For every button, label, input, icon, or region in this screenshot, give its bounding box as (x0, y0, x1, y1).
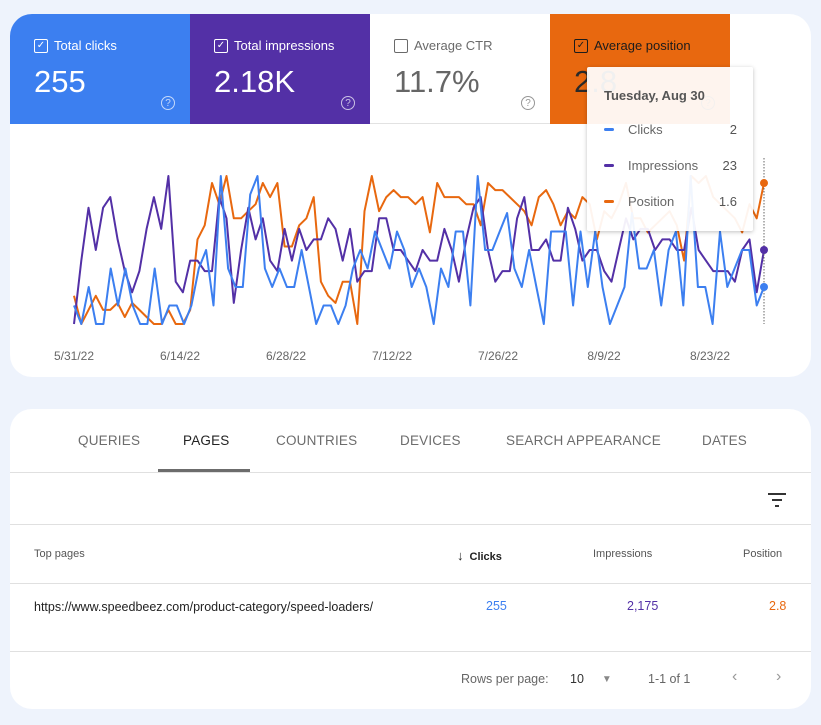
next-page-button[interactable]: › (776, 668, 781, 686)
tooltip-date: Tuesday, Aug 30 (604, 88, 705, 103)
x-tick-label: 5/31/22 (54, 349, 94, 363)
table-card: QUERIES PAGES COUNTRIES DEVICES SEARCH A… (10, 409, 811, 709)
filter-row (10, 473, 811, 525)
tooltip-row-clicks: Clicks 2 (604, 122, 737, 137)
tab-dates[interactable]: DATES (702, 433, 747, 448)
dimension-tabs: QUERIES PAGES COUNTRIES DEVICES SEARCH A… (10, 409, 811, 473)
metric-average-ctr[interactable]: Average CTR 11.7% ? (370, 14, 550, 124)
help-icon[interactable]: ? (521, 96, 535, 110)
page-url-cell[interactable]: https://www.speedbeez.com/product-catego… (34, 597, 394, 618)
tab-search-appearance[interactable]: SEARCH APPEARANCE (506, 433, 661, 448)
rows-per-page-label: Rows per page: (461, 672, 549, 686)
hover-dot-clicks (760, 283, 768, 291)
chart-tooltip: Tuesday, Aug 30 Clicks 2 Impressions 23 … (587, 67, 753, 231)
pagination-range: 1-1 of 1 (648, 672, 691, 686)
column-header-clicks[interactable]: ↓ Clicks (457, 548, 502, 563)
clicks-cell: 255 (486, 599, 507, 613)
x-tick-label: 6/28/22 (266, 349, 306, 363)
tab-countries[interactable]: COUNTRIES (276, 433, 357, 448)
rows-per-page-value: 10 (570, 672, 584, 686)
tooltip-row-impressions: Impressions 23 (604, 158, 737, 173)
metric-label: Total clicks (54, 38, 117, 53)
metric-label: Total impressions (234, 38, 335, 53)
help-icon[interactable]: ? (341, 96, 355, 110)
x-tick-label: 6/14/22 (160, 349, 200, 363)
checkbox-checked-icon[interactable]: ✓ (34, 38, 48, 53)
checkbox-unchecked-icon[interactable] (394, 38, 408, 53)
dropdown-arrow-icon: ▼ (601, 674, 612, 685)
hover-dot-impressions (760, 246, 768, 254)
help-icon[interactable]: ? (161, 96, 175, 110)
metric-value: 255 (34, 64, 86, 99)
metric-value: 11.7% (394, 64, 480, 99)
active-tab-indicator (158, 469, 250, 472)
x-tick-label: 7/26/22 (478, 349, 518, 363)
checkbox-checked-icon[interactable]: ✓ (574, 38, 588, 53)
position-cell: 2.8 (769, 599, 787, 613)
column-header-top-pages[interactable]: Top pages (34, 548, 85, 560)
metric-total-clicks[interactable]: ✓ Total clicks 255 ? (10, 14, 190, 124)
checkbox-checked-icon[interactable]: ✓ (214, 38, 228, 53)
x-tick-label: 8/9/22 (587, 349, 621, 363)
x-tick-label: 7/12/22 (372, 349, 412, 363)
metric-total-impressions[interactable]: ✓ Total impressions 2.18K ? (190, 14, 370, 124)
header-divider (10, 583, 811, 584)
tab-pages[interactable]: PAGES (183, 433, 230, 448)
tab-devices[interactable]: DEVICES (400, 433, 461, 448)
sort-arrow-down-icon: ↓ (457, 548, 464, 563)
x-tick-label: 8/23/22 (690, 349, 730, 363)
column-header-position[interactable]: Position (743, 548, 782, 560)
row-divider (10, 651, 811, 652)
metric-value: 2.18K (214, 64, 296, 99)
metric-label: Average CTR (414, 38, 493, 53)
clicks-swatch-icon (604, 128, 614, 131)
impressions-swatch-icon (604, 164, 614, 167)
hover-dot-position (760, 179, 768, 188)
position-swatch-icon (604, 200, 614, 203)
tab-queries[interactable]: QUERIES (78, 433, 140, 448)
previous-page-button[interactable]: ‹ (732, 668, 737, 686)
filter-icon[interactable] (768, 491, 786, 507)
rows-per-page-select[interactable]: 10 ▼ (570, 672, 612, 686)
metric-label: Average position (594, 38, 691, 53)
impressions-cell: 2,175 (627, 599, 659, 613)
tooltip-row-position: Position 1.6 (604, 194, 737, 209)
column-header-impressions[interactable]: Impressions (593, 548, 652, 560)
